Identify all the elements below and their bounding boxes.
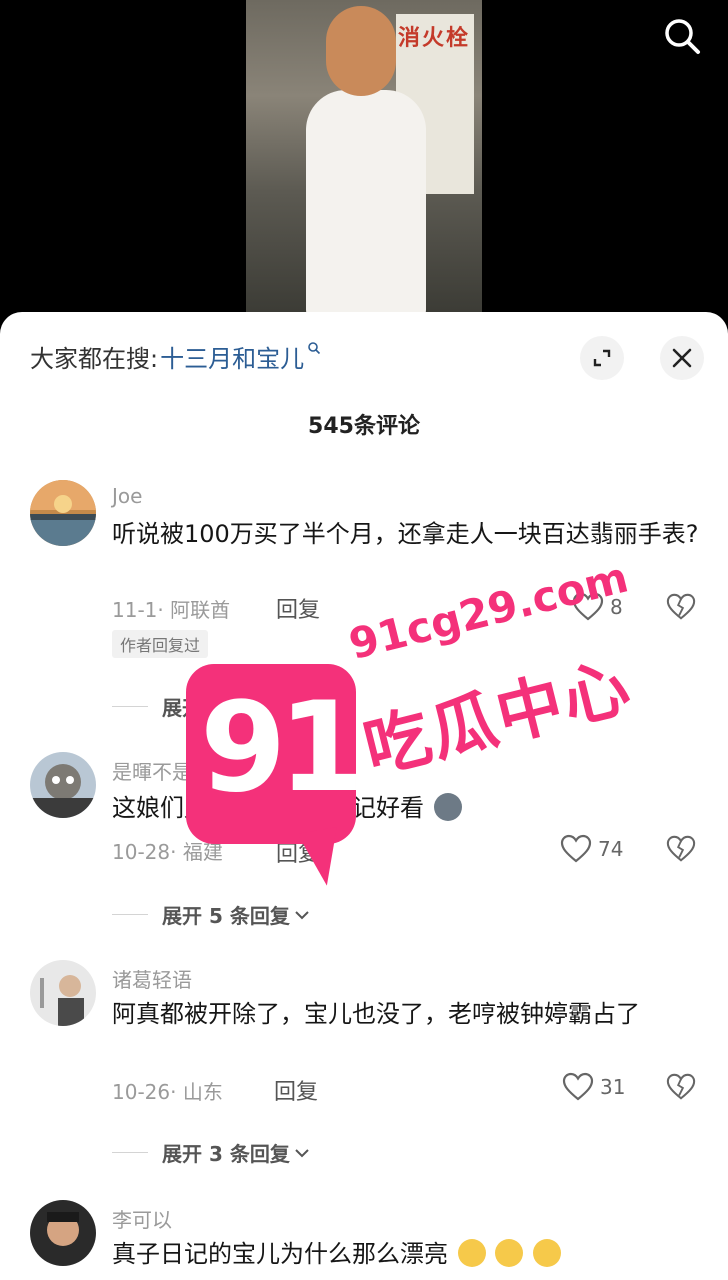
expand-button[interactable] bbox=[580, 336, 624, 380]
avatar[interactable] bbox=[30, 960, 96, 1026]
reply-button[interactable]: 回复 bbox=[276, 592, 320, 624]
expand-divider bbox=[112, 914, 148, 915]
comment-username[interactable]: Joe bbox=[112, 484, 142, 508]
comment-text-content: 这娘们儿只有在真子日记好看 bbox=[112, 794, 424, 822]
video-frame: 消火栓 bbox=[246, 0, 482, 320]
comment-text: 这娘们儿只有在真子日记好看 bbox=[112, 790, 702, 826]
comment-sheet: 大家都在搜: 十三月和宝儿 545条评论 Joe 听说被100万买了半个月，还拿… bbox=[0, 312, 728, 1280]
like-count: 8 bbox=[610, 595, 623, 619]
search-icon[interactable] bbox=[660, 14, 704, 58]
heart-icon bbox=[562, 1072, 594, 1101]
trending-search[interactable]: 大家都在搜: 十三月和宝儿 bbox=[30, 338, 321, 374]
trending-search-term[interactable]: 十三月和宝儿 bbox=[160, 339, 304, 374]
heart-icon bbox=[572, 592, 604, 621]
dislike-button[interactable] bbox=[666, 592, 696, 622]
reply-button[interactable]: 回复 bbox=[274, 1074, 318, 1106]
like-button[interactable]: 8 bbox=[572, 592, 623, 622]
comment-meta: 11-1· 阿联酋 bbox=[112, 598, 231, 622]
chevron-down-icon bbox=[295, 910, 309, 919]
crying-laughing-emoji-icon bbox=[457, 1239, 486, 1267]
close-button[interactable] bbox=[660, 336, 704, 380]
avatar[interactable] bbox=[30, 752, 96, 818]
crying-laughing-emoji-icon bbox=[495, 1239, 524, 1267]
comment-text-content: 真子日记的宝儿为什么那么漂亮 bbox=[112, 1240, 448, 1268]
video-person bbox=[306, 90, 426, 320]
video-person-head bbox=[326, 6, 396, 96]
comment-username[interactable]: 是暉不是輝 bbox=[112, 756, 212, 785]
avatar[interactable] bbox=[30, 1200, 96, 1266]
like-button[interactable]: 74 bbox=[560, 834, 623, 864]
expand-replies-label: 展开 3 条回复 bbox=[162, 1142, 290, 1166]
pleading-face-emoji-icon bbox=[532, 1239, 561, 1267]
search-small-icon bbox=[308, 342, 321, 355]
comment-text: 阿真都被开除了，宝儿也没了，老哼被钟婷霸占了 bbox=[112, 1000, 640, 1028]
like-count: 31 bbox=[600, 1075, 626, 1099]
expand-replies-button[interactable]: 展开 3 条回复 bbox=[112, 1138, 310, 1167]
husky-emoji-icon bbox=[433, 793, 462, 821]
like-count: 74 bbox=[598, 837, 624, 861]
chevron-down-icon bbox=[295, 702, 309, 711]
comment-text: 听说被100万买了半个月，还拿走人一块百达翡丽手表? bbox=[112, 520, 699, 548]
comment-username[interactable]: 李可以 bbox=[112, 1204, 172, 1233]
comment-meta: 10-28· 福建 bbox=[112, 840, 223, 864]
dislike-button[interactable] bbox=[666, 1072, 696, 1102]
broken-heart-icon bbox=[666, 593, 696, 620]
expand-icon bbox=[593, 349, 611, 367]
trending-search-prefix: 大家都在搜: bbox=[30, 344, 159, 373]
author-replied-badge: 作者回复过 bbox=[112, 630, 209, 658]
close-icon bbox=[672, 348, 692, 368]
dislike-button[interactable] bbox=[666, 834, 696, 864]
chevron-down-icon bbox=[295, 1148, 309, 1157]
broken-heart-icon bbox=[666, 1073, 696, 1100]
expand-replies-label: 展开 8 条回复 bbox=[162, 696, 290, 720]
broken-heart-icon bbox=[666, 835, 696, 862]
comment-meta: 10-26· 山东 bbox=[112, 1080, 223, 1104]
avatar[interactable] bbox=[30, 480, 96, 546]
expand-divider bbox=[112, 1152, 148, 1153]
like-button[interactable]: 31 bbox=[562, 1072, 625, 1102]
comment-text: 真子日记的宝儿为什么那么漂亮 bbox=[112, 1236, 702, 1272]
expand-replies-button[interactable]: 展开 5 条回复 bbox=[112, 900, 310, 929]
expand-replies-button[interactable]: 展开 8 条回复 bbox=[112, 692, 310, 721]
comment-username[interactable]: 诸葛轻语 bbox=[112, 964, 192, 993]
heart-icon bbox=[560, 834, 592, 863]
video-sign-text: 消火栓 bbox=[397, 26, 470, 51]
comment-count: 545条评论 bbox=[308, 414, 420, 439]
expand-divider bbox=[112, 706, 148, 707]
reply-button[interactable]: 回复 bbox=[276, 836, 320, 868]
video-player[interactable]: 消火栓 bbox=[0, 0, 728, 330]
expand-replies-label: 展开 5 条回复 bbox=[162, 904, 290, 928]
